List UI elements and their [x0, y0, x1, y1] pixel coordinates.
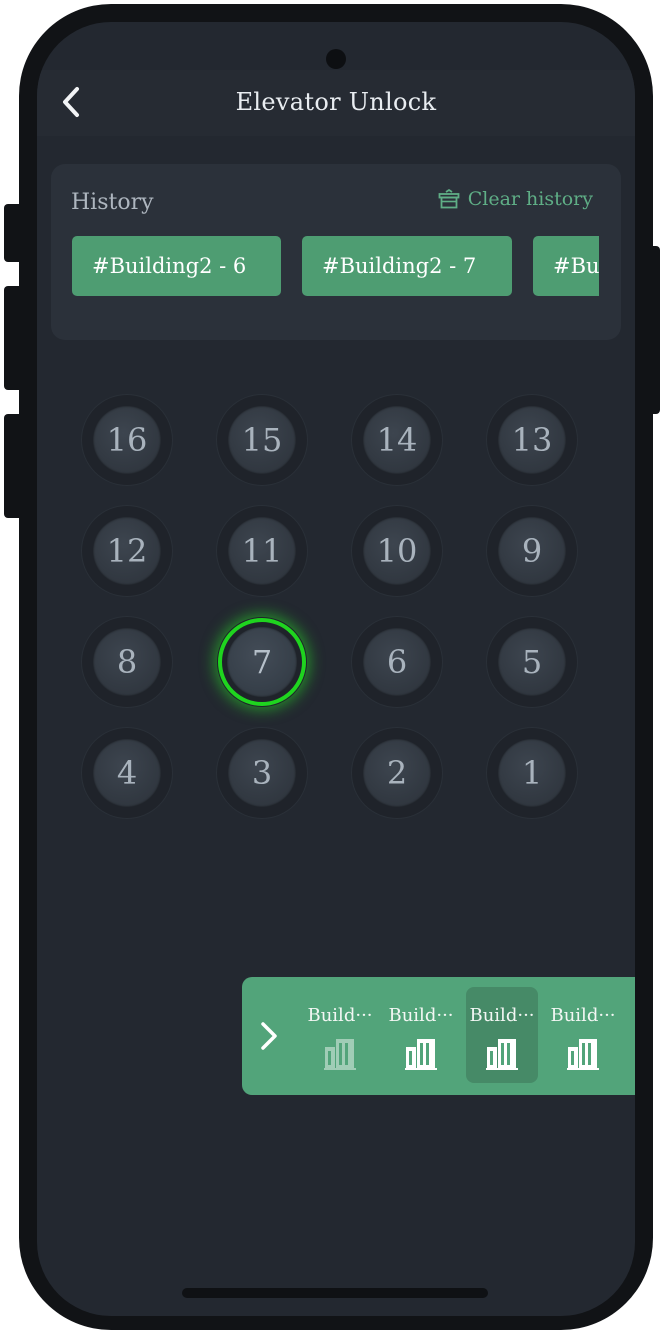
floor-number: 7	[251, 643, 273, 681]
floor-number: 6	[386, 643, 408, 681]
history-card: History Clear history #Building2 - 6 #Bu…	[51, 164, 621, 340]
floor-button-face: 7	[227, 627, 297, 697]
floor-number: 16	[106, 421, 148, 459]
floor-button-face: 1	[498, 739, 566, 807]
history-label: History	[71, 190, 154, 215]
floor-button-face: 13	[498, 406, 566, 474]
building-label: Build···	[307, 1005, 373, 1026]
building-item[interactable]: Build···	[304, 987, 376, 1083]
floor-button-6[interactable]: 6	[352, 617, 442, 707]
floor-button-7[interactable]: 7	[217, 617, 307, 707]
building-item[interactable]: Build···	[547, 987, 619, 1083]
floor-number: 5	[521, 643, 543, 681]
floor-number: 9	[521, 532, 543, 570]
floor-button-12[interactable]: 12	[82, 506, 172, 596]
floor-button-face: 12	[93, 517, 161, 585]
floor-button-13[interactable]: 13	[487, 395, 577, 485]
page-title: Elevator Unlock	[235, 88, 437, 116]
floor-number: 8	[116, 643, 138, 681]
building-icon	[486, 1039, 518, 1070]
building-icon	[405, 1039, 437, 1070]
floor-number: 11	[241, 532, 283, 570]
floor-number: 13	[511, 421, 553, 459]
floor-number: 14	[376, 421, 418, 459]
floor-button-10[interactable]: 10	[352, 506, 442, 596]
home-indicator[interactable]	[182, 1288, 488, 1298]
clear-history-button[interactable]: Clear history	[438, 188, 593, 210]
building-selector: Build··· Build··· Build··· Build···	[242, 977, 635, 1095]
floor-button-5[interactable]: 5	[487, 617, 577, 707]
basket-icon	[438, 189, 460, 209]
history-chip[interactable]: #Building2 - 8	[533, 236, 599, 296]
building-item[interactable]: Build···	[466, 987, 538, 1083]
floor-button-3[interactable]: 3	[217, 728, 307, 818]
chevron-right-icon[interactable]	[258, 1019, 280, 1053]
history-chip-list[interactable]: #Building2 - 6 #Building2 - 7 #Building2…	[72, 236, 599, 298]
floor-button-4[interactable]: 4	[82, 728, 172, 818]
floor-button-9[interactable]: 9	[487, 506, 577, 596]
floor-button-face: 14	[363, 406, 431, 474]
building-label: Build···	[550, 1005, 616, 1026]
app-screen: Elevator Unlock History Clear history #B…	[37, 22, 635, 1316]
floor-button-face: 9	[498, 517, 566, 585]
floor-button-14[interactable]: 14	[352, 395, 442, 485]
building-icon	[567, 1039, 599, 1070]
clear-history-label: Clear history	[467, 188, 593, 210]
floor-button-face: 15	[228, 406, 296, 474]
history-chip[interactable]: #Building2 - 6	[72, 236, 281, 296]
building-item[interactable]: Build···	[385, 987, 457, 1083]
floor-number: 1	[521, 754, 543, 792]
front-camera	[326, 49, 346, 69]
app-header: Elevator Unlock	[37, 70, 635, 136]
floor-number: 3	[251, 754, 273, 792]
building-label: Build···	[469, 1005, 535, 1026]
floor-number: 2	[386, 754, 408, 792]
floor-number: 12	[106, 532, 148, 570]
floor-button-16[interactable]: 16	[82, 395, 172, 485]
floor-button-face: 16	[93, 406, 161, 474]
history-chip[interactable]: #Building2 - 7	[302, 236, 512, 296]
building-label: Build···	[388, 1005, 454, 1026]
floor-button-face: 4	[93, 739, 161, 807]
floor-button-face: 5	[498, 628, 566, 696]
floor-button-face: 3	[228, 739, 296, 807]
floor-button-1[interactable]: 1	[487, 728, 577, 818]
floor-number: 10	[376, 532, 418, 570]
floor-number: 4	[116, 754, 138, 792]
floor-number: 15	[241, 421, 283, 459]
floor-button-2[interactable]: 2	[352, 728, 442, 818]
floor-button-8[interactable]: 8	[82, 617, 172, 707]
floor-button-face: 10	[363, 517, 431, 585]
floor-button-face: 11	[228, 517, 296, 585]
floor-button-face: 2	[363, 739, 431, 807]
floor-button-face: 6	[363, 628, 431, 696]
floor-button-15[interactable]: 15	[217, 395, 307, 485]
building-icon	[324, 1039, 356, 1070]
floor-button-face: 8	[93, 628, 161, 696]
floor-button-11[interactable]: 11	[217, 506, 307, 596]
